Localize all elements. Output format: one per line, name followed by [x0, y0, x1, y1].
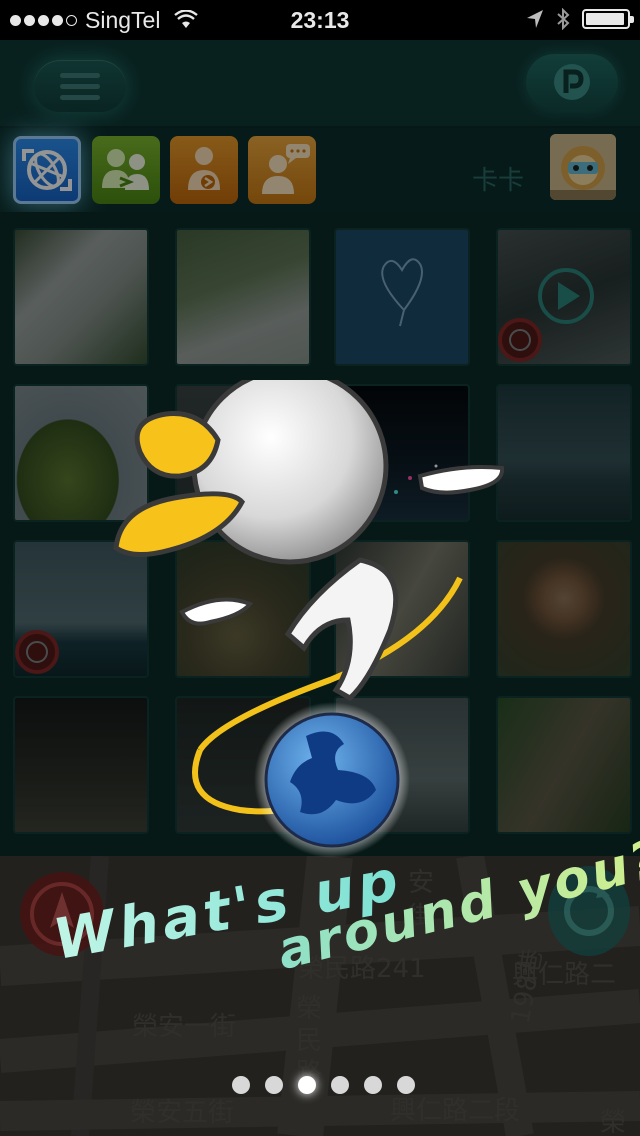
bluetooth-icon — [557, 8, 570, 30]
page-dot[interactable] — [364, 1076, 382, 1094]
location-arrow-icon — [527, 10, 543, 28]
page-dot-active[interactable] — [298, 1076, 316, 1094]
signal-dots-icon — [10, 14, 77, 26]
battery-icon — [582, 9, 634, 29]
mascot-illustration — [113, 380, 505, 858]
page-indicator[interactable] — [232, 1076, 415, 1094]
page-dot[interactable] — [265, 1076, 283, 1094]
page-dot[interactable] — [232, 1076, 250, 1094]
page-dot[interactable] — [331, 1076, 349, 1094]
page-dot[interactable] — [397, 1076, 415, 1094]
status-bar: SingTel 23:13 — [0, 0, 640, 40]
wifi-icon — [174, 10, 199, 28]
carrier-name: SingTel — [85, 6, 161, 33]
